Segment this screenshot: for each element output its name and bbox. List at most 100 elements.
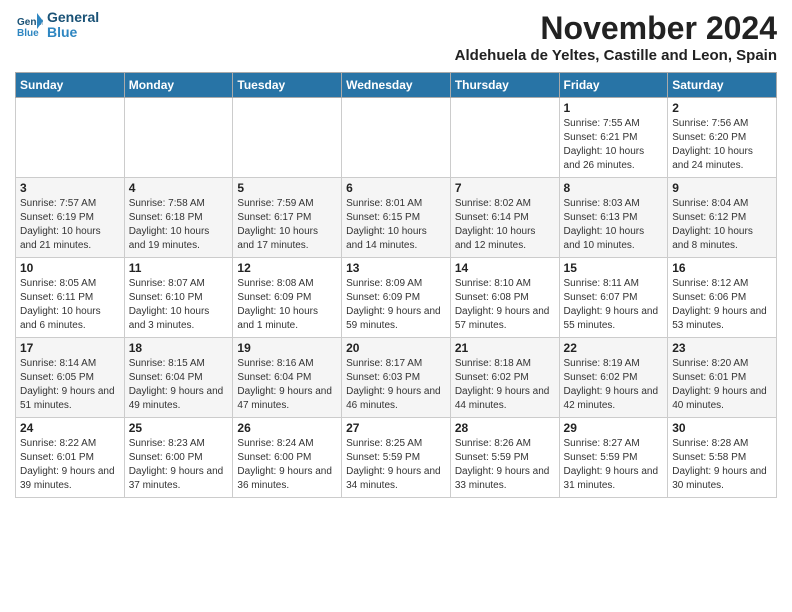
day-info: Sunrise: 8:12 AM Sunset: 6:06 PM Dayligh…: [672, 277, 772, 333]
day-info: Sunrise: 8:23 AM Sunset: 6:00 PM Dayligh…: [129, 437, 229, 493]
day-info: Sunrise: 8:24 AM Sunset: 6:00 PM Dayligh…: [237, 437, 337, 493]
weekday-header-monday: Monday: [124, 73, 233, 98]
calendar-cell: 25 Sunrise: 8:23 AM Sunset: 6:00 PM Dayli…: [124, 418, 233, 498]
day-info: Sunrise: 7:59 AM Sunset: 6:17 PM Dayligh…: [237, 197, 337, 253]
day-number: 19: [237, 341, 337, 355]
day-number: 12: [237, 261, 337, 275]
weekday-header-sunday: Sunday: [16, 73, 125, 98]
day-number: 8: [564, 181, 664, 195]
day-number: 25: [129, 421, 229, 435]
day-number: 1: [564, 101, 664, 115]
calendar-cell: 21Sunrise: 8:18 AM Sunset: 6:02 PM Dayli…: [450, 338, 559, 418]
day-info: Sunrise: 7:58 AM Sunset: 6:18 PM Dayligh…: [129, 197, 229, 253]
day-number: 15: [564, 261, 664, 275]
day-info: Sunrise: 8:03 AM Sunset: 6:13 PM Dayligh…: [564, 197, 664, 253]
day-info: Sunrise: 8:10 AM Sunset: 6:08 PM Dayligh…: [455, 277, 555, 333]
day-info: Sunrise: 8:26 AM Sunset: 5:59 PM Dayligh…: [455, 437, 555, 493]
day-info: Sunrise: 7:57 AM Sunset: 6:19 PM Dayligh…: [20, 197, 120, 253]
calendar-cell: 4 Sunrise: 7:58 AM Sunset: 6:18 PM Daylig…: [124, 178, 233, 258]
calendar-cell: [124, 98, 233, 178]
calendar-cell: 13 Sunrise: 8:09 AM Sunset: 6:09 PM Dayli…: [342, 258, 451, 338]
calendar-cell: 11 Sunrise: 8:07 AM Sunset: 6:10 PM Dayli…: [124, 258, 233, 338]
calendar-cell: 22 Sunrise: 8:19 AM Sunset: 6:02 PM Dayli…: [559, 338, 668, 418]
day-number: 22: [564, 341, 664, 355]
weekday-header-friday: Friday: [559, 73, 668, 98]
day-info: Sunrise: 8:20 AM Sunset: 6:01 PM Dayligh…: [672, 357, 772, 413]
calendar-cell: 7Sunrise: 8:02 AM Sunset: 6:14 PM Daylig…: [450, 178, 559, 258]
day-info: Sunrise: 8:08 AM Sunset: 6:09 PM Dayligh…: [237, 277, 337, 333]
calendar-cell: [16, 98, 125, 178]
calendar-cell: [450, 98, 559, 178]
day-info: Sunrise: 7:56 AM Sunset: 6:20 PM Dayligh…: [672, 117, 772, 173]
day-info: Sunrise: 8:04 AM Sunset: 6:12 PM Dayligh…: [672, 197, 772, 253]
day-info: Sunrise: 8:05 AM Sunset: 6:11 PM Dayligh…: [20, 277, 120, 333]
day-info: Sunrise: 8:11 AM Sunset: 6:07 PM Dayligh…: [564, 277, 664, 333]
day-number: 30: [672, 421, 772, 435]
day-number: 18: [129, 341, 229, 355]
calendar-cell: 27 Sunrise: 8:25 AM Sunset: 5:59 PM Dayli…: [342, 418, 451, 498]
calendar-cell: 18 Sunrise: 8:15 AM Sunset: 6:04 PM Dayli…: [124, 338, 233, 418]
day-number: 20: [346, 341, 446, 355]
calendar-cell: 9 Sunrise: 8:04 AM Sunset: 6:12 PM Daylig…: [668, 178, 777, 258]
day-info: Sunrise: 8:22 AM Sunset: 6:01 PM Dayligh…: [20, 437, 120, 493]
calendar-cell: 3 Sunrise: 7:57 AM Sunset: 6:19 PM Daylig…: [16, 178, 125, 258]
weekday-header-thursday: Thursday: [450, 73, 559, 98]
calendar-cell: 29 Sunrise: 8:27 AM Sunset: 5:59 PM Dayli…: [559, 418, 668, 498]
calendar-cell: 28 Sunrise: 8:26 AM Sunset: 5:59 PM Dayli…: [450, 418, 559, 498]
day-number: 17: [20, 341, 120, 355]
weekday-header-wednesday: Wednesday: [342, 73, 451, 98]
day-number: 10: [20, 261, 120, 275]
day-info: Sunrise: 8:07 AM Sunset: 6:10 PM Dayligh…: [129, 277, 229, 333]
day-info: Sunrise: 8:01 AM Sunset: 6:15 PM Dayligh…: [346, 197, 446, 253]
day-info: Sunrise: 8:17 AM Sunset: 6:03 PM Dayligh…: [346, 357, 446, 413]
weekday-header-saturday: Saturday: [668, 73, 777, 98]
day-number: 11: [129, 261, 229, 275]
day-info: Sunrise: 8:09 AM Sunset: 6:09 PM Dayligh…: [346, 277, 446, 333]
day-info: Sunrise: 8:16 AM Sunset: 6:04 PM Dayligh…: [237, 357, 337, 413]
logo-icon: General Blue: [15, 11, 43, 39]
day-info: Sunrise: 8:27 AM Sunset: 5:59 PM Dayligh…: [564, 437, 664, 493]
calendar-cell: 19 Sunrise: 8:16 AM Sunset: 6:04 PM Dayli…: [233, 338, 342, 418]
calendar-cell: 30 Sunrise: 8:28 AM Sunset: 5:58 PM Dayli…: [668, 418, 777, 498]
day-number: 28: [455, 421, 555, 435]
calendar-cell: 12 Sunrise: 8:08 AM Sunset: 6:09 PM Dayli…: [233, 258, 342, 338]
day-info: Sunrise: 7:55 AM Sunset: 6:21 PM Dayligh…: [564, 117, 664, 173]
calendar-cell: 17 Sunrise: 8:14 AM Sunset: 6:05 PM Dayli…: [16, 338, 125, 418]
day-number: 14: [455, 261, 555, 275]
calendar-table: SundayMondayTuesdayWednesdayThursdayFrid…: [15, 72, 777, 498]
month-title: November 2024: [455, 10, 777, 47]
day-info: Sunrise: 8:25 AM Sunset: 5:59 PM Dayligh…: [346, 437, 446, 493]
logo: General Blue General Blue: [15, 10, 99, 41]
day-info: Sunrise: 8:14 AM Sunset: 6:05 PM Dayligh…: [20, 357, 120, 413]
subtitle: Aldehuela de Yeltes, Castille and Leon, …: [455, 47, 777, 64]
calendar-cell: 20 Sunrise: 8:17 AM Sunset: 6:03 PM Dayli…: [342, 338, 451, 418]
day-number: 16: [672, 261, 772, 275]
day-number: 6: [346, 181, 446, 195]
calendar-cell: 24 Sunrise: 8:22 AM Sunset: 6:01 PM Dayli…: [16, 418, 125, 498]
calendar-cell: 6 Sunrise: 8:01 AM Sunset: 6:15 PM Daylig…: [342, 178, 451, 258]
calendar-cell: [342, 98, 451, 178]
calendar-cell: 14 Sunrise: 8:10 AM Sunset: 6:08 PM Dayli…: [450, 258, 559, 338]
day-info: Sunrise: 8:15 AM Sunset: 6:04 PM Dayligh…: [129, 357, 229, 413]
day-number: 23: [672, 341, 772, 355]
weekday-header-tuesday: Tuesday: [233, 73, 342, 98]
day-number: 21: [455, 341, 555, 355]
calendar-cell: 1 Sunrise: 7:55 AM Sunset: 6:21 PM Daylig…: [559, 98, 668, 178]
day-number: 4: [129, 181, 229, 195]
day-info: Sunrise: 8:28 AM Sunset: 5:58 PM Dayligh…: [672, 437, 772, 493]
day-number: 3: [20, 181, 120, 195]
logo-text: General Blue: [47, 10, 99, 41]
calendar-cell: 16 Sunrise: 8:12 AM Sunset: 6:06 PM Dayli…: [668, 258, 777, 338]
day-number: 2: [672, 101, 772, 115]
day-number: 13: [346, 261, 446, 275]
day-info: Sunrise: 8:02 AM Sunset: 6:14 PM Dayligh…: [455, 197, 555, 253]
day-number: 24: [20, 421, 120, 435]
calendar-cell: 5Sunrise: 7:59 AM Sunset: 6:17 PM Daylig…: [233, 178, 342, 258]
day-number: 29: [564, 421, 664, 435]
day-number: 9: [672, 181, 772, 195]
day-info: Sunrise: 8:19 AM Sunset: 6:02 PM Dayligh…: [564, 357, 664, 413]
day-number: 26: [237, 421, 337, 435]
calendar-cell: 10 Sunrise: 8:05 AM Sunset: 6:11 PM Dayli…: [16, 258, 125, 338]
calendar-cell: [233, 98, 342, 178]
day-number: 27: [346, 421, 446, 435]
